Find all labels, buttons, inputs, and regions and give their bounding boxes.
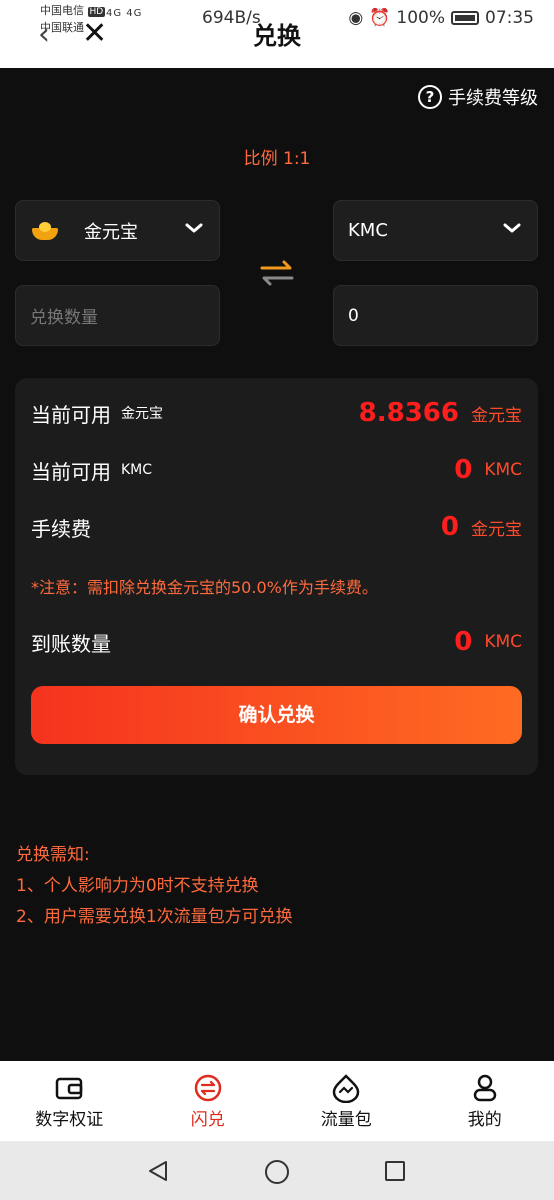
exchange-amount-input[interactable]: 兑换数量 [15, 285, 220, 346]
wallet-icon [56, 1077, 83, 1100]
result-amount-field: 0 [333, 285, 538, 346]
nav-label: 闪兑 [190, 1110, 225, 1130]
available-currency: 金元宝 [121, 406, 163, 422]
nav-label: 数字权证 [35, 1110, 104, 1130]
exchange-ratio: 比例 1:1 [243, 149, 311, 169]
fee-unit: 金元宝 [471, 519, 522, 540]
bottom-nav: 数字权证 闪兑 流量包 我的 [0, 1061, 554, 1141]
available-label: 当前可用 [31, 402, 111, 427]
to-currency-value: KMC [348, 220, 388, 241]
system-nav-bar [0, 1141, 554, 1200]
home-circle-icon[interactable] [264, 1159, 290, 1185]
chevron-down-icon [185, 223, 203, 233]
fee-level-link[interactable]: ? 手续费等级 [418, 84, 538, 110]
notes-title: 兑换需知: [16, 845, 90, 865]
back-triangle-icon[interactable] [146, 1159, 170, 1183]
received-value: 0 [454, 627, 473, 657]
gold-ingot-icon [32, 221, 58, 240]
nav-label: 我的 [467, 1110, 502, 1130]
notes-item: 1、个人影响力为0时不支持兑换 [16, 876, 259, 896]
user-icon [473, 1074, 496, 1102]
available-from-row: 当前可用 金元宝 8.8366 金元宝 [31, 393, 522, 433]
received-row: 到账数量 0 KMC [31, 622, 522, 662]
fee-value: 0 [440, 512, 459, 542]
received-unit: KMC [484, 632, 522, 652]
exchange-info-card: 当前可用 金元宝 8.8366 金元宝 当前可用 KMC 0 KMC 手续费 0… [15, 378, 538, 775]
received-label: 到账数量 [31, 631, 111, 656]
fee-row: 手续费 0 金元宝 [31, 507, 522, 547]
swap-icon[interactable] [260, 260, 294, 286]
available-label: 当前可用 [31, 459, 111, 484]
exchange-icon [194, 1074, 221, 1102]
header: 中国电信 HD 中国联通 4G 4G 694B/s ◉ ⏰ 100% 07:35… [0, 0, 554, 68]
result-amount-value: 0 [348, 305, 359, 326]
fee-notice: *注意：需扣除兑换金元宝的50.0%作为手续费。 [31, 578, 378, 597]
notes-item: 2、用户需要兑换1次流量包方可兑换 [16, 907, 293, 927]
from-currency-select[interactable]: 金元宝 [15, 200, 220, 261]
available-to-row: 当前可用 KMC 0 KMC [31, 450, 522, 490]
nav-label: 流量包 [320, 1110, 372, 1130]
drop-icon [332, 1074, 360, 1103]
fee-level-label: 手续费等级 [448, 88, 538, 109]
page-title: 兑换 [253, 22, 301, 50]
available-from-unit: 金元宝 [471, 405, 522, 426]
nav-item-digital-warrant[interactable]: 数字权证 [0, 1061, 139, 1141]
nav-item-mine[interactable]: 我的 [416, 1061, 554, 1141]
chevron-down-icon [503, 223, 521, 233]
available-to-unit: KMC [484, 460, 522, 480]
nav-item-flash-exchange[interactable]: 闪兑 [139, 1061, 278, 1141]
exchange-notes: 兑换需知: 1、个人影响力为0时不支持兑换 2、用户需要兑换1次流量包方可兑换 [16, 840, 293, 933]
from-currency-value: 金元宝 [84, 221, 138, 243]
confirm-exchange-button[interactable]: 确认兑换 [31, 686, 522, 744]
available-to-value: 0 [454, 455, 473, 485]
to-currency-select[interactable]: KMC [333, 200, 538, 261]
recents-square-icon[interactable] [383, 1159, 407, 1183]
amount-placeholder: 兑换数量 [30, 308, 98, 328]
fee-label: 手续费 [31, 516, 91, 541]
nav-item-traffic-pack[interactable]: 流量包 [277, 1061, 416, 1141]
available-currency: KMC [121, 462, 153, 478]
available-from-value: 8.8366 [358, 398, 459, 428]
question-icon: ? [418, 85, 442, 109]
